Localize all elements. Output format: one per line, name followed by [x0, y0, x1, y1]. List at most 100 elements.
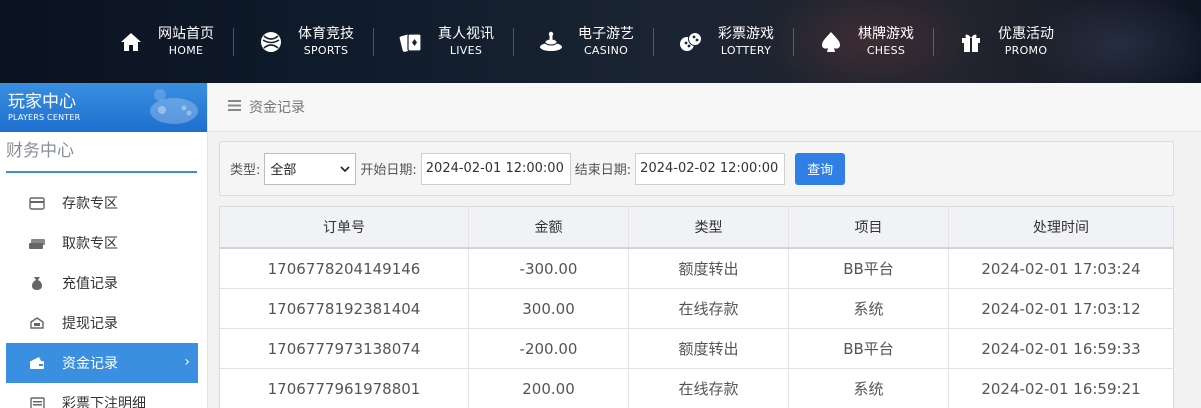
- process-time: 2024-02-01 16:59:33: [981, 339, 1141, 358]
- gift-icon: [954, 25, 988, 59]
- lottery-record-icon: [28, 395, 46, 408]
- start-date-label: 开始日期:: [360, 163, 417, 178]
- type-select[interactable]: 全部: [264, 152, 357, 185]
- nav-label-en: CHESS: [866, 43, 906, 57]
- project: 系统: [789, 369, 949, 408]
- amount: -300.00: [469, 249, 629, 288]
- dice-icon: [674, 25, 708, 59]
- amount: -200.00: [469, 329, 629, 368]
- process-time: 2024-02-01 16:59:21: [981, 379, 1141, 398]
- order-number: 1706777961978801: [220, 369, 469, 408]
- table-header: 订单号 金额 类型 项目 处理时间: [220, 207, 1173, 249]
- sidebar-item-label: 资金记录: [62, 356, 118, 372]
- players-center-title: 玩家中心: [8, 92, 76, 112]
- start-date-input[interactable]: 2024-02-01 12:00:00: [420, 152, 571, 185]
- table-row: 1706778192381404 300.00 在线存款 系统 2024-02-…: [220, 289, 1173, 329]
- transaction-type: 额度转出: [629, 329, 789, 368]
- transaction-type: 在线存款: [629, 369, 789, 408]
- nav-label: 电子游艺: [578, 25, 634, 42]
- nav-label-en: SPORTS: [303, 43, 349, 57]
- nav-item-sports[interactable]: 体育竞技 SPORTS: [233, 22, 374, 62]
- sidebar-item-deposit[interactable]: 存款专区: [6, 183, 198, 223]
- moneybag-icon: [28, 275, 46, 291]
- funds-table: 订单号 金额 类型 项目 处理时间 1706778204149146 -300.…: [219, 206, 1174, 408]
- funds-icon: [28, 355, 46, 371]
- withdraw-icon: [28, 235, 46, 251]
- main-content: 资金记录 类型: 全部 开始日期: 2024-02-01 12:00:00 结束…: [208, 83, 1201, 408]
- nav-item-promo[interactable]: 优惠活动 PROMO: [933, 22, 1074, 62]
- nav-label-en: PROMO: [1004, 43, 1048, 57]
- sidebar: 玩家中心 PLAYERS CENTER 财务中心 存款专区 取款专区 充值记录 …: [0, 83, 208, 408]
- sidebar-item-label: 取款专区: [62, 236, 118, 252]
- end-date-input[interactable]: 2024-02-02 12:00:00: [635, 152, 786, 185]
- nav-item-chess[interactable]: 棋牌游戏 CHESS: [793, 22, 934, 62]
- process-time: 2024-02-01 17:03:24: [981, 259, 1141, 278]
- deposit-icon: [28, 195, 46, 211]
- sidebar-item-withdraw-record[interactable]: 提现记录: [6, 303, 198, 343]
- column-header-order: 订单号: [220, 207, 469, 247]
- sidebar-item-label: 彩票下注明细: [62, 396, 146, 408]
- transaction-type: 额度转出: [629, 249, 789, 288]
- transaction-type: 在线存款: [629, 289, 789, 328]
- finance-center-title: 财务中心: [6, 142, 197, 173]
- home-icon: [114, 25, 148, 59]
- nav-item-lottery[interactable]: 彩票游戏 LOTTERY: [653, 22, 794, 62]
- nav-label-en: HOME: [168, 43, 204, 57]
- nav-label: 优惠活动: [998, 25, 1054, 42]
- sidebar-item-label: 充值记录: [62, 276, 118, 292]
- nav-item-home[interactable]: 网站首页 HOME: [108, 22, 234, 62]
- players-center-header: 玩家中心 PLAYERS CENTER: [0, 83, 207, 132]
- top-navigation: 网站首页 HOME 体育竞技 SPORTS 真人视讯 LIVES 电子游艺 CASINO…: [0, 0, 1201, 83]
- type-select-value: 全部: [270, 163, 297, 178]
- nav-item-casino[interactable]: 电子游艺 CASINO: [513, 22, 654, 62]
- menu-lines-icon: [228, 99, 241, 115]
- end-date-label: 结束日期:: [574, 163, 632, 178]
- cash-out-icon: [28, 315, 46, 331]
- nav-item-lives[interactable]: 真人视讯 LIVES: [373, 22, 514, 62]
- sidebar-item-label: 提现记录: [62, 316, 118, 332]
- nav-label: 体育竞技: [298, 25, 354, 42]
- table-row: 1706778204149146 -300.00 额度转出 BB平台 2024-…: [220, 249, 1173, 289]
- spade-icon: [814, 25, 848, 59]
- nav-label: 网站首页: [158, 25, 214, 42]
- process-time: 2024-02-01 17:03:12: [981, 299, 1141, 318]
- order-number: 1706778204149146: [220, 249, 469, 288]
- table-row: 1706777973138074 -200.00 额度转出 BB平台 2024-…: [220, 329, 1173, 369]
- breadcrumb: 资金记录: [208, 83, 1201, 132]
- sidebar-item-label: 存款专区: [62, 196, 118, 212]
- players-center-subtitle: PLAYERS CENTER: [8, 113, 81, 122]
- sidebar-item-funds-record[interactable]: 资金记录 ›: [6, 343, 198, 383]
- nav-label: 彩票游戏: [718, 25, 774, 42]
- sidebar-item-withdraw[interactable]: 取款专区: [6, 223, 198, 263]
- ball-icon: [254, 25, 288, 59]
- slot-icon: [534, 25, 568, 59]
- amount: 200.00: [469, 369, 629, 408]
- sidebar-item-recharge[interactable]: 充值记录: [6, 263, 198, 303]
- nav-label-en: LIVES: [449, 43, 483, 57]
- sidebar-item-lottery-bets[interactable]: 彩票下注明细: [6, 383, 198, 408]
- chevron-down-icon: [340, 161, 350, 176]
- nav-label: 真人视讯: [438, 25, 494, 42]
- column-header-type: 类型: [629, 207, 789, 247]
- query-button[interactable]: 查询: [795, 152, 846, 185]
- type-label: 类型:: [230, 163, 261, 178]
- project: BB平台: [789, 249, 949, 288]
- column-header-time: 处理时间: [1033, 220, 1089, 236]
- project: 系统: [789, 289, 949, 328]
- order-number: 1706777973138074: [220, 329, 469, 368]
- gamepad-icon: [146, 87, 202, 132]
- sidebar-menu: 存款专区 取款专区 充值记录 提现记录 资金记录 › 彩票下注明细: [0, 183, 207, 408]
- order-number: 1706778192381404: [220, 289, 469, 328]
- nav-label-en: CASINO: [583, 43, 629, 57]
- project: BB平台: [789, 329, 949, 368]
- nav-label: 棋牌游戏: [858, 25, 914, 42]
- filter-bar: 类型: 全部 开始日期: 2024-02-01 12:00:00 结束日期: 2…: [219, 141, 1174, 196]
- nav-label-en: LOTTERY: [720, 43, 772, 57]
- column-header-item: 项目: [789, 207, 949, 247]
- table-row: 1706777961978801 200.00 在线存款 系统 2024-02-…: [220, 369, 1173, 408]
- nav-menu: 网站首页 HOME 体育竞技 SPORTS 真人视讯 LIVES 电子游艺 CASINO…: [108, 0, 1074, 83]
- cards-icon: [394, 25, 428, 59]
- column-header-amount: 金额: [469, 207, 629, 247]
- breadcrumb-label: 资金记录: [249, 100, 305, 116]
- chevron-right-icon: ›: [184, 354, 190, 370]
